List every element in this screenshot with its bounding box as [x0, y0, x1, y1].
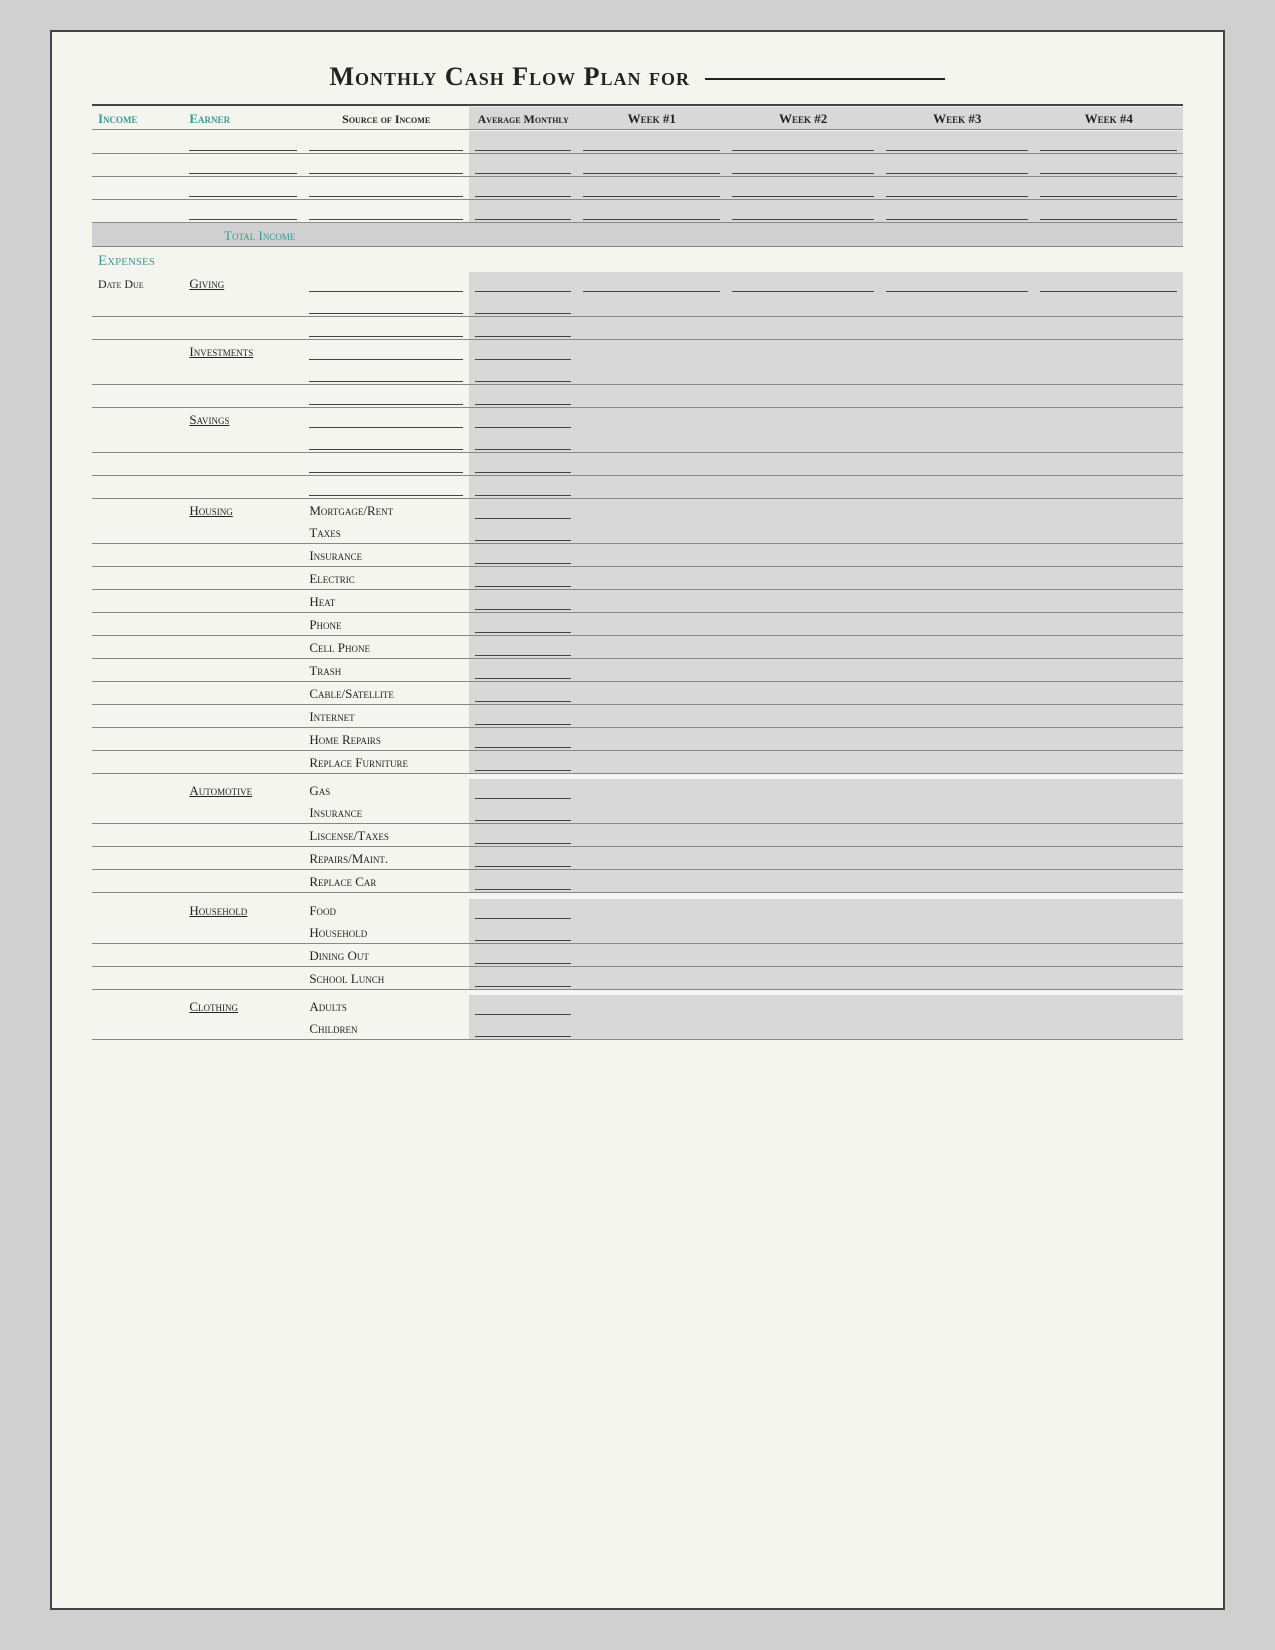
source-input-3[interactable]	[309, 179, 463, 197]
avg-input-2[interactable]	[475, 156, 572, 174]
automotive-label: Automotive	[189, 783, 252, 798]
housing-row-electric: Electric	[92, 566, 1183, 589]
housing-row-mortgage: Housing Mortgage/Rent	[92, 498, 1183, 521]
giving-w3-1[interactable]	[886, 274, 1028, 292]
giving-row-3	[92, 316, 1183, 339]
expenses-header-row: Expenses	[92, 246, 1183, 272]
source-input-4[interactable]	[309, 202, 463, 220]
w4-input-2[interactable]	[1040, 156, 1177, 174]
automotive-row-insurance: Insurance	[92, 801, 1183, 824]
household-row-household: Household	[92, 921, 1183, 944]
w1-input-1[interactable]	[583, 133, 720, 151]
automotive-row-replace: Replace Car	[92, 870, 1183, 893]
income-row-1	[92, 131, 1183, 154]
main-table: Income Earner Source of Income Average M…	[92, 104, 1183, 1040]
savings-row-3	[92, 452, 1183, 475]
housing-row-cellphone: Cell Phone	[92, 635, 1183, 658]
household-row-school-lunch: School Lunch	[92, 966, 1183, 989]
w3-input-1[interactable]	[886, 133, 1028, 151]
col-week4-header: Week #4	[1034, 107, 1183, 130]
page-title: Monthly Cash Flow Plan for	[92, 62, 1183, 92]
w4-input-1[interactable]	[1040, 133, 1177, 151]
w2-input-4[interactable]	[732, 202, 874, 220]
automotive-row-repairs: Repairs/Maint.	[92, 847, 1183, 870]
housing-row-heat: Heat	[92, 589, 1183, 612]
housing-row-insurance: Insurance	[92, 543, 1183, 566]
housing-label: Housing	[189, 503, 232, 518]
w4-input-4[interactable]	[1040, 202, 1177, 220]
w3-input-3[interactable]	[886, 179, 1028, 197]
household-row-food: Household Food	[92, 899, 1183, 921]
col-avg-header: Average Monthly	[469, 107, 578, 130]
clothing-row-adults: Clothing Adults	[92, 995, 1183, 1017]
w1-input-3[interactable]	[583, 179, 720, 197]
col-source-header: Source of Income	[303, 107, 469, 130]
income-row-3	[92, 176, 1183, 199]
investments-header-row: Investments	[92, 339, 1183, 362]
giving-row-2	[92, 294, 1183, 317]
avg-input-3[interactable]	[475, 179, 572, 197]
investments-label: Investments	[189, 344, 253, 359]
column-header-row: Income Earner Source of Income Average M…	[92, 107, 1183, 130]
housing-row-trash: Trash	[92, 658, 1183, 681]
w2-input-1[interactable]	[732, 133, 874, 151]
savings-header-row: Savings	[92, 407, 1183, 430]
giving-w2-1[interactable]	[732, 274, 874, 292]
income-row-4	[92, 199, 1183, 222]
savings-row-4	[92, 475, 1183, 498]
housing-row-internet: Internet	[92, 704, 1183, 727]
col-earner-header: Earner	[183, 107, 303, 130]
w2-input-3[interactable]	[732, 179, 874, 197]
page: Monthly Cash Flow Plan for Income Earner…	[50, 30, 1225, 1610]
household-label: Household	[189, 903, 247, 918]
w1-input-4[interactable]	[583, 202, 720, 220]
total-income-row: Total Income	[92, 222, 1183, 246]
avg-input-1[interactable]	[475, 133, 572, 151]
household-row-dining: Dining Out	[92, 943, 1183, 966]
title-text: Monthly Cash Flow Plan for	[330, 62, 690, 91]
earner-input-2[interactable]	[189, 156, 297, 174]
earner-input-3[interactable]	[189, 179, 297, 197]
earner-input-4[interactable]	[189, 202, 297, 220]
col-week3-header: Week #3	[880, 107, 1034, 130]
w4-input-3[interactable]	[1040, 179, 1177, 197]
giving-avg-1[interactable]	[475, 274, 572, 292]
automotive-row-license: Liscense/Taxes	[92, 824, 1183, 847]
title-underline	[705, 78, 945, 80]
housing-row-repairs: Home Repairs	[92, 727, 1183, 750]
housing-row-taxes: Taxes	[92, 521, 1183, 544]
w3-input-2[interactable]	[886, 156, 1028, 174]
total-income-label: Total Income	[92, 222, 303, 246]
w3-input-4[interactable]	[886, 202, 1028, 220]
savings-label: Savings	[189, 412, 229, 427]
avg-input-4[interactable]	[475, 202, 572, 220]
w2-input-2[interactable]	[732, 156, 874, 174]
source-input-2[interactable]	[309, 156, 463, 174]
source-input-1[interactable]	[309, 133, 463, 151]
date-due-label: Date Due	[92, 272, 183, 294]
giving-source-1[interactable]	[309, 274, 463, 292]
housing-row-cable: Cable/Satellite	[92, 681, 1183, 704]
giving-label: Giving	[189, 276, 224, 291]
clothing-row-children: Children	[92, 1017, 1183, 1040]
w1-input-2[interactable]	[583, 156, 720, 174]
investments-row-3	[92, 384, 1183, 407]
housing-row-phone: Phone	[92, 612, 1183, 635]
clothing-label: Clothing	[189, 999, 238, 1014]
col-week2-header: Week #2	[726, 107, 880, 130]
col-week1-header: Week #1	[577, 107, 726, 130]
income-row-2	[92, 153, 1183, 176]
giving-w4-1[interactable]	[1040, 274, 1177, 292]
col-income-header: Income	[92, 107, 183, 130]
earner-input-1[interactable]	[189, 133, 297, 151]
automotive-row-gas: Automotive Gas	[92, 779, 1183, 801]
savings-row-2	[92, 430, 1183, 453]
investments-row-2	[92, 362, 1183, 385]
giving-w1-1[interactable]	[583, 274, 720, 292]
housing-row-furniture: Replace Furniture	[92, 750, 1183, 773]
expenses-label: Expenses	[98, 253, 155, 269]
giving-header-row: Date Due Giving	[92, 272, 1183, 294]
